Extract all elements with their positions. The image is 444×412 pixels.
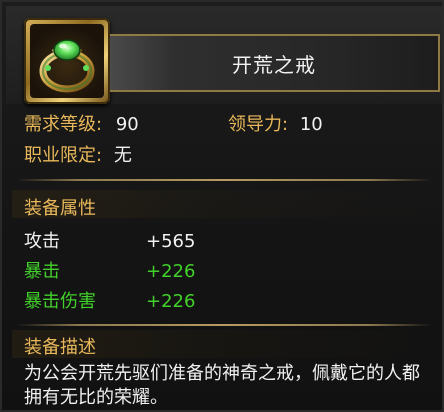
job-restriction-row: 职业限定: 无 <box>24 145 132 167</box>
item-description: 为公会开荒先驱们准备的神奇之戒，佩戴它的人都拥有无比的荣耀。 <box>24 363 420 408</box>
description-section-title: 装备描述 <box>24 337 96 358</box>
attribute-label: 暴击伤害 <box>24 291 96 312</box>
attribute-value: +226 <box>146 291 196 312</box>
required-level-row: 需求等级: 90 <box>24 114 139 136</box>
leadership-row: 领导力: 10 <box>228 114 323 136</box>
green-gem-ring-icon <box>39 39 95 93</box>
required-level-value: 90 <box>115 114 139 135</box>
attribute-value: +565 <box>146 231 196 252</box>
job-restriction-value: 无 <box>113 145 132 166</box>
job-restriction-label: 职业限定: <box>24 145 103 166</box>
attribute-label: 攻击 <box>24 231 60 252</box>
attribute-row: 暴击 <box>24 261 60 283</box>
attribute-row: 攻击 <box>24 231 60 253</box>
item-tooltip-panel: 开荒之戒 需求等级: 90 领导力: 10 职业限定: 无 装备属性 攻击 +5… <box>0 0 444 412</box>
item-icon-background <box>30 24 104 98</box>
attributes-section-title: 装备属性 <box>24 198 96 219</box>
attribute-label: 暴击 <box>24 261 60 282</box>
item-header: 开荒之戒 <box>6 6 442 104</box>
attribute-value: +226 <box>146 261 196 282</box>
leadership-value: 10 <box>299 114 323 135</box>
required-level-label: 需求等级: <box>24 114 103 135</box>
divider <box>16 324 432 326</box>
item-title-bar: 开荒之戒 <box>110 34 440 92</box>
leadership-label: 领导力: <box>228 114 289 135</box>
divider <box>16 179 432 181</box>
item-name: 开荒之戒 <box>232 52 316 77</box>
item-icon-frame <box>24 18 110 104</box>
attribute-row: 暴击伤害 <box>24 291 96 313</box>
